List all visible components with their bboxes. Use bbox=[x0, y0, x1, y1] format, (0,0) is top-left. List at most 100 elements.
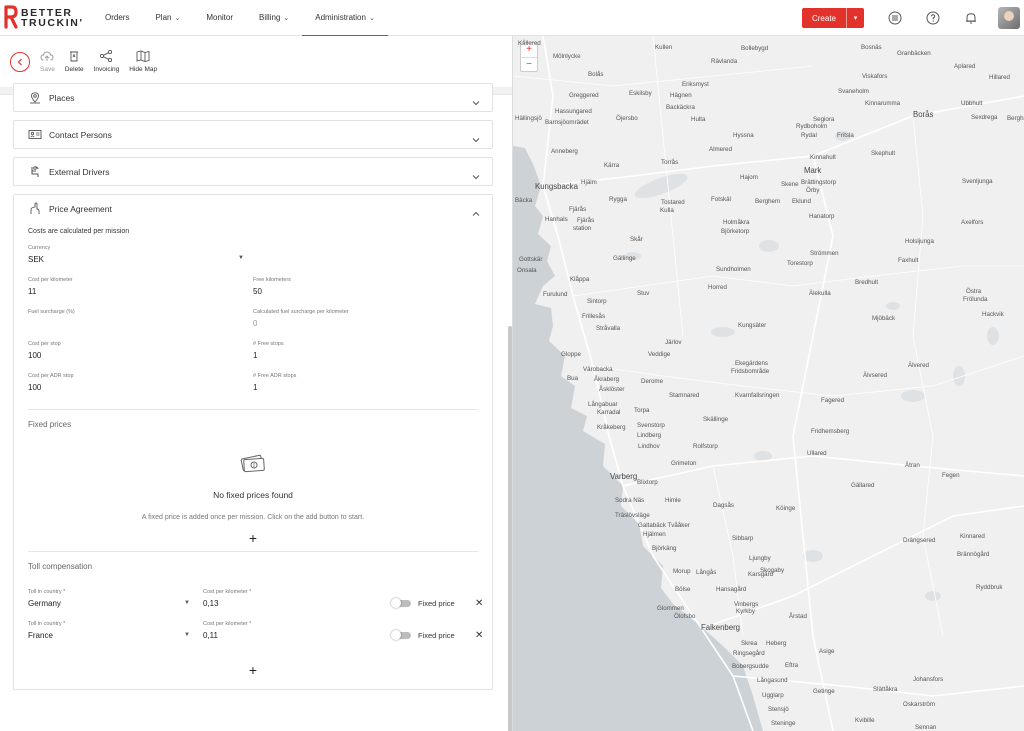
add-toll-button[interactable]: + bbox=[28, 661, 478, 679]
toll-row: Toll in country * France ▼ Cost per kilo… bbox=[28, 621, 483, 653]
map-place-label: Järlov bbox=[665, 339, 682, 346]
map-place-label: Veddige bbox=[648, 351, 671, 358]
map-place-label: Älvsered bbox=[863, 372, 888, 379]
map-place-label: Tostared bbox=[661, 199, 685, 206]
map-place-label: Klåppa bbox=[570, 276, 590, 283]
nav-item-plan[interactable]: Plan ⌄ bbox=[142, 0, 193, 36]
better-truckin-logo[interactable]: BETTER TRUCKIN' bbox=[0, 0, 92, 36]
zoom-out-button[interactable]: − bbox=[521, 58, 537, 72]
map-place-label: Fjärås bbox=[569, 206, 587, 213]
map-place-label: Skene bbox=[781, 181, 799, 188]
empty-title: No fixed prices found bbox=[213, 490, 293, 500]
map-place-label: Skår bbox=[630, 236, 643, 243]
map-place-label: Eftra bbox=[785, 662, 799, 669]
map-place-label: Hassungared bbox=[555, 108, 592, 115]
add-fixed-price-button[interactable]: + bbox=[28, 529, 478, 547]
map-place-label: Steninge bbox=[771, 720, 796, 727]
free-stops-field[interactable]: # Free stops 1 bbox=[253, 341, 478, 373]
toll-country-select[interactable]: Toll in country * France ▼ bbox=[28, 621, 203, 640]
map-place-label: Stensjö bbox=[768, 706, 789, 713]
nav-item-monitor[interactable]: Monitor bbox=[193, 0, 246, 36]
create-button-label: Create bbox=[811, 13, 836, 23]
contact-persons-section[interactable]: Contact Persons bbox=[13, 120, 493, 149]
chevron-down-icon[interactable] bbox=[472, 130, 480, 148]
map-place-label: Sibbarp bbox=[732, 535, 754, 542]
map-place-label: Strömmen bbox=[810, 250, 839, 257]
map-place-label: Brännögård bbox=[957, 551, 990, 558]
chevron-down-icon[interactable] bbox=[472, 93, 480, 111]
nav-item-billing[interactable]: Billing ⌄ bbox=[246, 0, 302, 36]
cost-per-stop-field[interactable]: Cost per stop 100 bbox=[28, 341, 253, 373]
free-adr-stops-field[interactable]: # Free ADR stops 1 bbox=[253, 373, 478, 405]
fuel-surcharge-field[interactable]: Fuel surcharge (%) bbox=[28, 309, 253, 341]
map-place-label: Bua bbox=[567, 375, 579, 382]
map-place-label: Hajom bbox=[740, 174, 758, 181]
id-card-icon bbox=[28, 128, 42, 142]
map-place-label: Ugglarp bbox=[762, 692, 784, 699]
toll-cost-field[interactable]: Cost per kilometer * 0,13 bbox=[203, 589, 378, 608]
map-place-label: Aplared bbox=[954, 63, 976, 70]
map-place-label: Dagsås bbox=[713, 502, 734, 509]
map-place-label: Karsgärd bbox=[748, 571, 774, 578]
map-place-label: Fridhemsberg bbox=[811, 428, 850, 435]
chevron-down-icon[interactable] bbox=[472, 167, 480, 185]
map-place-label: Örby bbox=[806, 187, 820, 194]
chevron-down-icon[interactable]: ▾ bbox=[846, 8, 864, 28]
map-place-label: Onsala bbox=[517, 267, 537, 274]
save-button[interactable]: Save bbox=[40, 50, 55, 73]
create-button[interactable]: Create ▾ bbox=[801, 8, 864, 28]
user-avatar[interactable] bbox=[998, 7, 1020, 29]
map-place-label: Eskilsby bbox=[629, 90, 652, 97]
empty-description: A fixed price is added once per mission.… bbox=[141, 514, 365, 521]
map-place-label: Furulund bbox=[543, 291, 568, 298]
map-place-label: Mjöbäck bbox=[872, 315, 896, 322]
nav-item-administration[interactable]: Administration ⌄ bbox=[302, 0, 388, 37]
external-drivers-section[interactable]: External Drivers bbox=[13, 157, 493, 186]
toll-cost-field[interactable]: Cost per kilometer * 0,11 bbox=[203, 621, 378, 640]
fixed-price-toggle[interactable]: Fixed price bbox=[391, 630, 455, 640]
map-place-label: Gällared bbox=[851, 482, 875, 489]
panel-scrollbar[interactable] bbox=[508, 326, 512, 731]
divider bbox=[28, 551, 478, 552]
bell-icon[interactable] bbox=[952, 0, 990, 36]
cost-per-kilometer-field[interactable]: Cost per kilometer 11 bbox=[28, 277, 253, 309]
remove-toll-icon[interactable]: ✕ bbox=[475, 598, 483, 609]
list-icon[interactable] bbox=[876, 0, 914, 36]
invoicing-label: Invoicing bbox=[93, 66, 120, 73]
map-place-label: Viskafors bbox=[862, 73, 888, 80]
back-button[interactable] bbox=[10, 51, 30, 72]
map-place-label: Derome bbox=[641, 378, 664, 385]
map-place-label: Svenljunga bbox=[962, 178, 993, 185]
map-place-label: Bäcka bbox=[515, 197, 533, 204]
map-place-label: Svenstorp bbox=[637, 422, 665, 429]
caret-down-icon: ▼ bbox=[184, 632, 190, 638]
free-kilometers-field[interactable]: Free kilometers 50 bbox=[253, 277, 478, 309]
help-icon[interactable] bbox=[914, 0, 952, 36]
map-place-label: Backäckra bbox=[666, 104, 695, 111]
map-place-label: Kvarnfallsringen bbox=[735, 392, 780, 399]
chevron-up-icon[interactable] bbox=[472, 204, 480, 222]
toll-country-select[interactable]: Toll in country * Germany ▼ bbox=[28, 589, 203, 608]
delete-label: Delete bbox=[64, 66, 84, 73]
map-place-label: Frillesås bbox=[582, 313, 606, 320]
map-pin-icon bbox=[28, 91, 42, 105]
invoicing-button[interactable]: Invoicing bbox=[93, 50, 120, 73]
map-place-label: Kråkeberg bbox=[597, 424, 626, 431]
remove-toll-icon[interactable]: ✕ bbox=[475, 630, 483, 641]
map-place-label: Ljungby bbox=[749, 555, 771, 562]
hide-map-button[interactable]: Hide Map bbox=[129, 50, 157, 73]
driver-seat-icon bbox=[28, 165, 42, 179]
map-place-label: Rygga bbox=[609, 196, 627, 203]
currency-select[interactable]: Currency SEK ▼ bbox=[28, 245, 260, 277]
map-place-label: Stamnared bbox=[669, 392, 700, 399]
delete-button[interactable]: Delete bbox=[65, 50, 84, 73]
map-view[interactable]: + − Kållered Kullen Bollebygd Bosnäs Granbäc… bbox=[513, 36, 1024, 731]
fixed-price-toggle[interactable]: Fixed price bbox=[391, 598, 455, 608]
cost-per-adr-stop-field[interactable]: Cost per ADR stop 100 bbox=[28, 373, 253, 405]
chevron-down-icon: ⌄ bbox=[368, 14, 375, 22]
nav-item-orders[interactable]: Orders bbox=[92, 0, 142, 36]
toll-row: Toll in country * Germany ▼ Cost per kil… bbox=[28, 589, 483, 621]
map-place-label: Greggered bbox=[569, 92, 599, 99]
places-section[interactable]: Places bbox=[13, 83, 493, 112]
map-place-label: Asige bbox=[819, 648, 835, 655]
